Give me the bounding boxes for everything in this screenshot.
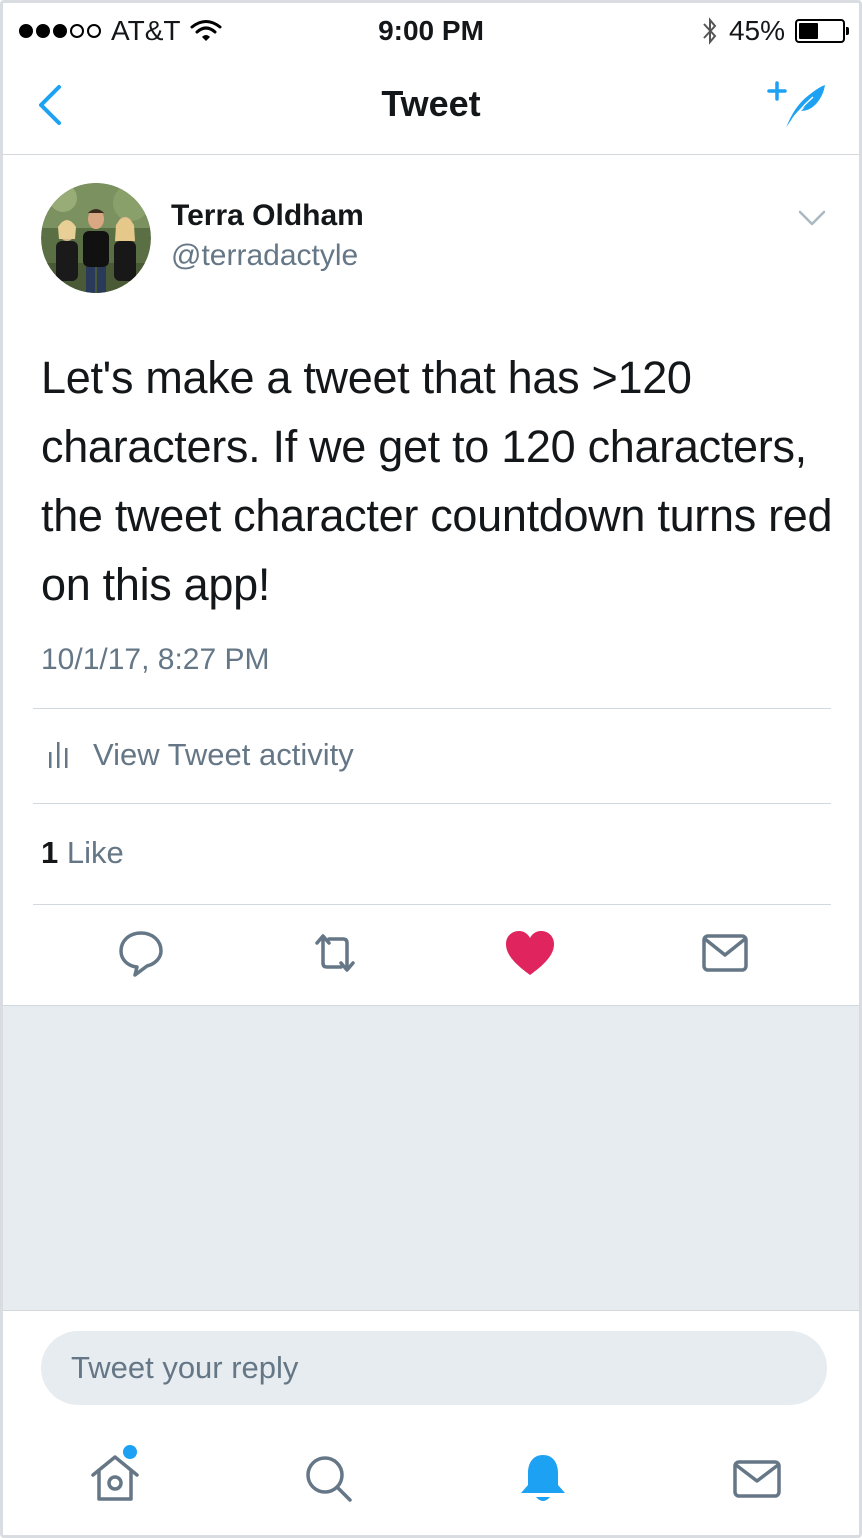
like-count[interactable]: 1 Like [41, 835, 124, 871]
reply-icon[interactable] [113, 925, 169, 981]
view-tweet-activity-link[interactable]: View Tweet activity [47, 737, 354, 773]
compose-tweet-icon[interactable] [765, 77, 829, 137]
battery-percent: 45% [728, 15, 785, 46]
reply-input[interactable]: Tweet your reply [41, 1331, 827, 1405]
activity-label: View Tweet activity [93, 737, 354, 772]
battery-icon [795, 19, 849, 43]
avatar[interactable] [41, 183, 151, 293]
battery-fill [799, 23, 818, 39]
notifications-icon[interactable] [511, 1447, 575, 1511]
search-icon[interactable] [297, 1447, 361, 1511]
status-right: 45% [701, 15, 849, 47]
navigation-bar: Tweet [3, 59, 859, 155]
page-title: Tweet [381, 83, 481, 124]
author-handle[interactable]: @terradactyle [171, 239, 358, 273]
divider [33, 708, 831, 709]
analytics-icon [49, 742, 68, 768]
status-bar: AT&T 9:00 PM 45% [3, 3, 859, 59]
divider [33, 803, 831, 804]
empty-replies-area [3, 1005, 859, 1311]
divider [33, 904, 831, 905]
reply-placeholder: Tweet your reply [71, 1350, 299, 1385]
chevron-down-icon[interactable] [797, 207, 827, 229]
author-name[interactable]: Terra Oldham [171, 199, 364, 233]
like-count-number: 1 [41, 835, 59, 870]
direct-message-icon[interactable] [697, 925, 753, 981]
tweet-actions [3, 925, 859, 985]
bluetooth-icon [703, 17, 717, 45]
tweet-detail-screen: AT&T 9:00 PM 45% Tweet Terra Oldham @ter… [0, 0, 862, 1538]
tweet-timestamp: 10/1/17, 8:27 PM [41, 643, 270, 676]
tweet-text: Let's make a tweet that has >120 charact… [41, 352, 833, 610]
new-tweets-dot [123, 1445, 137, 1459]
messages-icon[interactable] [725, 1447, 789, 1511]
home-icon[interactable] [83, 1447, 147, 1511]
like-icon[interactable] [502, 925, 558, 981]
retweet-icon[interactable] [307, 925, 363, 981]
like-count-label: Like [66, 835, 124, 870]
